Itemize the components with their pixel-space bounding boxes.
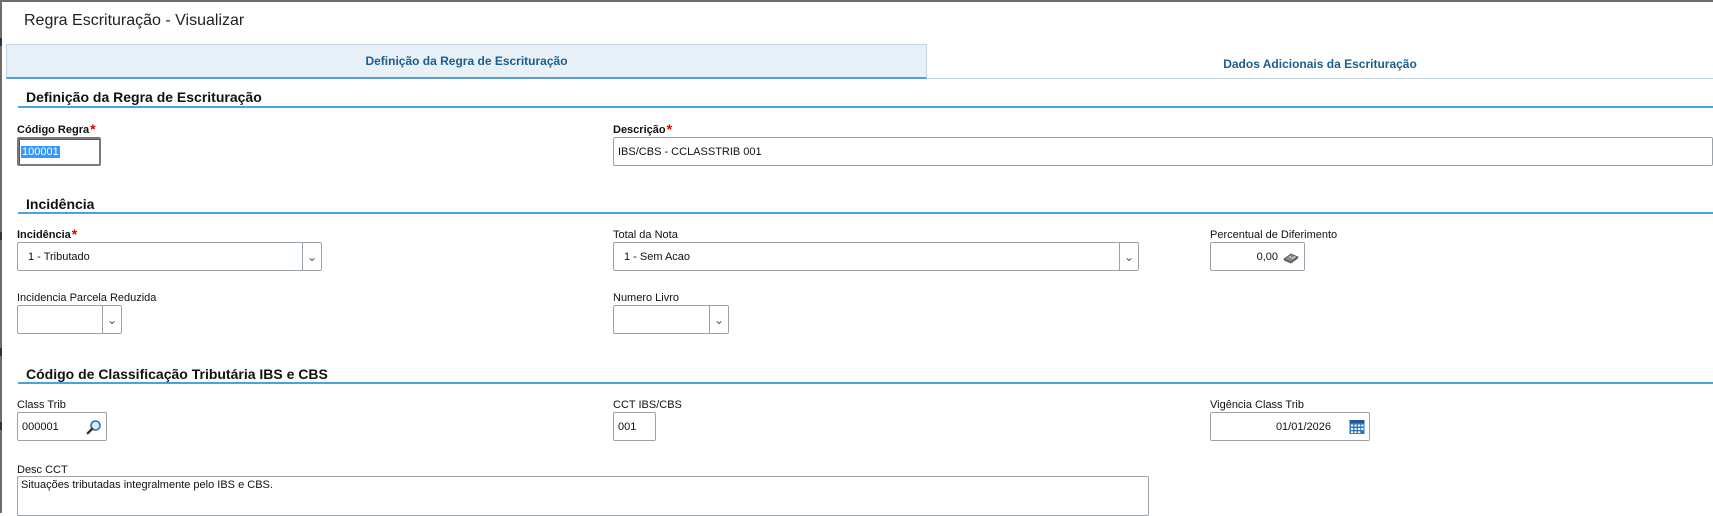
section-title-incidencia: Incidência	[26, 196, 95, 212]
codigo-regra-value: 100001	[21, 145, 60, 158]
cct-value: 001	[618, 420, 637, 433]
total-nota-value: 1 - Sem Acao	[624, 250, 691, 263]
chevron-down-icon[interactable]: ⌄	[709, 306, 728, 333]
incidencia-parcela-reduzida-label: Incidencia Parcela Reduzida	[17, 292, 157, 304]
descricao-input[interactable]: IBS/CBS - CCLASSTRIB 001	[613, 137, 1713, 166]
section-divider	[18, 106, 1713, 108]
desc-cct-value: Situações tributadas integralmente pelo …	[21, 479, 273, 491]
class-trib-input[interactable]: 000001	[17, 412, 107, 441]
incidencia-value: 1 - Tributado	[28, 250, 90, 263]
edge-marker	[0, 38, 2, 46]
percentual-diferimento-value: 0,00	[1256, 250, 1278, 263]
cct-label: CCT IBS/CBS	[613, 399, 682, 411]
vigencia-date-input[interactable]: 01/01/2026	[1210, 412, 1370, 441]
descricao-label: Descrição*	[613, 121, 673, 137]
chevron-down-icon[interactable]: ⌄	[102, 306, 121, 333]
search-icon[interactable]	[86, 419, 102, 435]
class-trib-label: Class Trib	[17, 399, 66, 411]
section-divider	[18, 382, 1713, 384]
section-title-classificacao: Código de Classificação Tributária IBS e…	[26, 366, 328, 382]
tab-label: Dados Adicionais da Escrituração	[1223, 57, 1417, 71]
calendar-icon[interactable]	[1349, 419, 1365, 435]
edge-marker	[0, 348, 2, 356]
section-divider	[18, 212, 1713, 214]
numero-livro-label: Numero Livro	[613, 292, 680, 304]
calculator-icon[interactable]	[1282, 250, 1300, 264]
edge-marker	[0, 232, 2, 240]
window-title: Regra Escrituração - Visualizar	[24, 12, 245, 29]
vigencia-label: Vigência Class Trib	[1210, 399, 1304, 411]
incidencia-label: Incidência*	[17, 226, 78, 242]
class-trib-value: 000001	[22, 420, 59, 433]
required-marker: *	[666, 121, 673, 137]
chevron-down-icon[interactable]: ⌄	[1119, 243, 1138, 270]
required-marker: *	[90, 121, 96, 137]
total-nota-select[interactable]: 1 - Sem Acao ⌄	[613, 242, 1139, 271]
section-title-definicao: Definição da Regra de Escrituração	[26, 89, 262, 105]
incidencia-select[interactable]: 1 - Tributado ⌄	[17, 242, 322, 271]
numero-livro-select[interactable]: ⌄	[613, 305, 729, 334]
desc-cct-label: Desc CCT	[17, 464, 68, 476]
vigencia-value: 01/01/2026	[1275, 420, 1331, 433]
tab-dados-adicionais[interactable]: Dados Adicionais da Escrituração	[927, 50, 1713, 79]
codigo-regra-input[interactable]: 100001	[17, 137, 101, 166]
desc-cct-textarea[interactable]: Situações tributadas integralmente pelo …	[17, 476, 1149, 516]
tab-label: Definição da Regra de Escrituração	[365, 54, 568, 68]
percentual-diferimento-input[interactable]: 0,00	[1210, 242, 1305, 271]
edge-marker	[0, 422, 2, 430]
total-nota-label: Total da Nota	[613, 229, 678, 241]
chevron-down-icon[interactable]: ⌄	[302, 243, 321, 270]
cct-input[interactable]: 001	[613, 412, 656, 441]
required-marker: *	[71, 226, 78, 242]
codigo-regra-label: Código Regra*	[17, 121, 96, 137]
incidencia-parcela-reduzida-select[interactable]: ⌄	[17, 305, 122, 334]
percentual-diferimento-label: Percentual de Diferimento	[1210, 229, 1338, 241]
descricao-value: IBS/CBS - CCLASSTRIB 001	[618, 145, 762, 158]
tab-definicao[interactable]: Definição da Regra de Escrituração	[6, 44, 927, 79]
